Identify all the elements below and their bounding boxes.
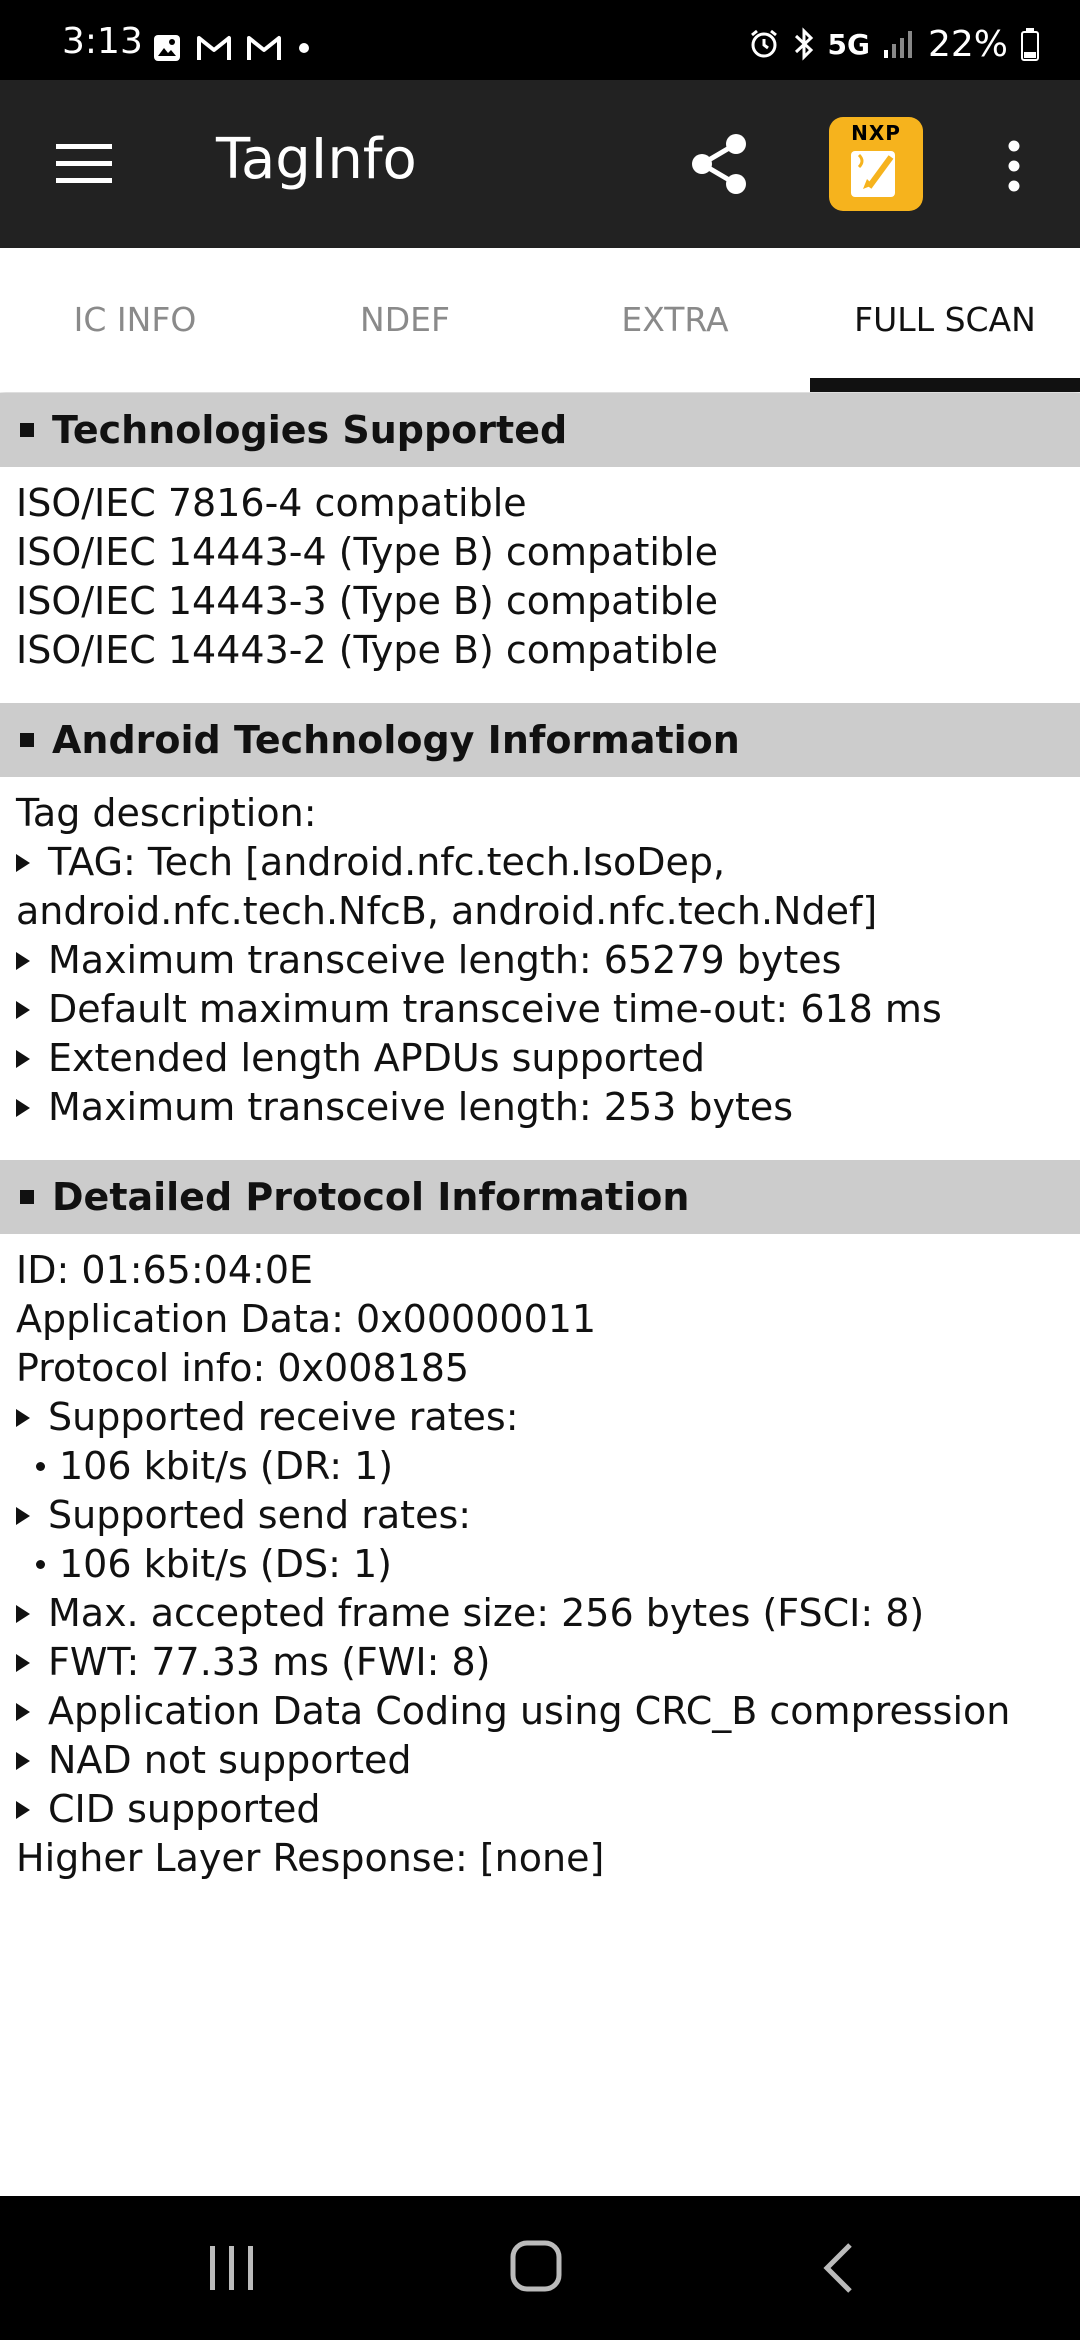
tech-line: ISO/IEC 14443-2 (Type B) compatible (16, 628, 718, 672)
android-line: Tag description: (16, 791, 317, 835)
menu-icon[interactable] (56, 142, 112, 186)
android-line: android.nfc.tech.NfcB, android.nfc.tech.… (16, 889, 878, 933)
triangle-bullet-icon (16, 1001, 30, 1019)
android-line: Default maximum transceive time-out: 618… (16, 985, 1064, 1034)
network-type: 5G (827, 27, 870, 61)
protocol-line: NAD not supported (16, 1736, 1064, 1785)
section-title: Technologies Supported (52, 408, 568, 452)
notification-icons (152, 32, 312, 64)
status-bar: 3:13 5G 22% (0, 0, 1080, 80)
recents-icon[interactable] (206, 2244, 258, 2292)
protocol-line: 106 kbit/s (DR: 1) (16, 1442, 1064, 1491)
protocol-line: Supported send rates: (16, 1491, 1064, 1540)
android-line: Maximum transceive length: 253 bytes (16, 1083, 1064, 1132)
triangle-bullet-icon (16, 1050, 30, 1068)
share-icon[interactable] (690, 132, 750, 196)
section-bullet-icon (20, 1190, 34, 1204)
triangle-bullet-icon (16, 1752, 30, 1770)
gmail-icon (197, 36, 231, 60)
triangle-bullet-icon (16, 1703, 30, 1721)
tab-ndef[interactable]: NDEF (270, 248, 540, 392)
overflow-menu-icon[interactable] (1000, 140, 1028, 192)
section-body-android: Tag description: TAG: Tech [android.nfc.… (0, 777, 1080, 1160)
protocol-line: Supported receive rates: (16, 1393, 1064, 1442)
back-icon[interactable] (822, 2242, 854, 2294)
android-line: Extended length APDUs supported (16, 1034, 1064, 1083)
status-right: 5G 22% (748, 23, 1040, 65)
triangle-bullet-icon (16, 1409, 30, 1427)
section-body-protocol: ID: 01:65:04:0E Application Data: 0x0000… (0, 1234, 1080, 1911)
section-body-technologies: ISO/IEC 7816-4 compatible ISO/IEC 14443-… (0, 467, 1080, 703)
app-title: TagInfo (216, 127, 417, 192)
triangle-bullet-icon (16, 1507, 30, 1525)
dot-bullet-icon (36, 1462, 45, 1471)
protocol-line: CID supported (16, 1785, 1064, 1834)
home-icon[interactable] (510, 2240, 562, 2292)
protocol-line: Application Data Coding using CRC_B comp… (16, 1687, 1064, 1736)
tab-full-scan[interactable]: FULL SCAN (810, 248, 1080, 392)
section-bullet-icon (20, 733, 34, 747)
triangle-bullet-icon (16, 1801, 30, 1819)
protocol-line: Max. accepted frame size: 256 bytes (FSC… (16, 1589, 1064, 1638)
tab-extra[interactable]: EXTRA (540, 248, 810, 392)
signal-icon (883, 31, 912, 58)
alarm-icon (750, 29, 777, 58)
nfc-tag-icon (851, 151, 895, 197)
tab-bar: IC INFO NDEF EXTRA FULL SCAN (0, 248, 1080, 392)
protocol-line: ID: 01:65:04:0E (16, 1248, 314, 1292)
triangle-bullet-icon (16, 1099, 30, 1117)
protocol-line: Protocol info: 0x008185 (16, 1346, 470, 1390)
battery-icon (1021, 28, 1039, 61)
battery-percent: 22% (927, 23, 1008, 65)
app-bar: TagInfo NXP (0, 80, 1080, 248)
tech-line: ISO/IEC 14443-3 (Type B) compatible (16, 579, 718, 623)
scan-content[interactable]: Technologies Supported ISO/IEC 7816-4 co… (0, 393, 1080, 1911)
triangle-bullet-icon (16, 952, 30, 970)
android-line: Maximum transceive length: 65279 bytes (16, 936, 1064, 985)
nxp-app-logo[interactable]: NXP (829, 117, 923, 211)
dot-bullet-icon (36, 1560, 45, 1569)
more-notifications-dot-icon (299, 43, 309, 53)
tab-ic-info[interactable]: IC INFO (0, 248, 270, 392)
triangle-bullet-icon (16, 1654, 30, 1672)
gallery-icon (154, 35, 180, 61)
triangle-bullet-icon (16, 1605, 30, 1623)
section-bullet-icon (20, 423, 34, 437)
protocol-line: Application Data: 0x00000011 (16, 1297, 597, 1341)
status-time: 3:13 (62, 21, 143, 62)
android-line: TAG: Tech [android.nfc.tech.IsoDep, (16, 838, 1064, 887)
section-header-protocol: Detailed Protocol Information (0, 1160, 1080, 1234)
gmail-icon-2 (247, 36, 281, 60)
section-header-android: Android Technology Information (0, 703, 1080, 777)
system-nav-bar (0, 2196, 1080, 2340)
section-title: Detailed Protocol Information (52, 1175, 690, 1219)
tech-line: ISO/IEC 14443-4 (Type B) compatible (16, 530, 718, 574)
section-header-technologies: Technologies Supported (0, 393, 1080, 467)
tech-line: ISO/IEC 7816-4 compatible (16, 481, 527, 525)
bluetooth-icon (794, 27, 813, 61)
protocol-line: 106 kbit/s (DS: 1) (16, 1540, 1064, 1589)
section-title: Android Technology Information (52, 718, 740, 762)
protocol-line: FWT: 77.33 ms (FWI: 8) (16, 1638, 1064, 1687)
triangle-bullet-icon (16, 854, 30, 872)
protocol-line: Higher Layer Response: [none] (16, 1836, 605, 1880)
